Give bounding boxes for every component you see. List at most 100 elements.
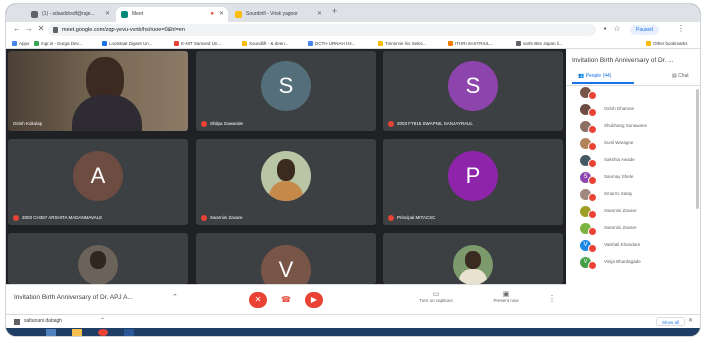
chrome-icon[interactable] xyxy=(98,329,108,336)
bookmark-item[interactable]: Soundlift - & deen... xyxy=(242,38,289,49)
mic-off-icon xyxy=(388,121,394,127)
chevron-up-icon[interactable]: ⌃ xyxy=(172,293,178,301)
lock-icon xyxy=(53,27,58,33)
bookmark-item[interactable]: mgr.in - Durga Dev... xyxy=(34,38,82,49)
participant-tile[interactable]: Girish Kokulap xyxy=(8,51,188,131)
participant-row[interactable]: Shubhang Sonawane xyxy=(580,119,698,135)
participant-name: Sakshia Awade xyxy=(604,157,635,162)
present-icon: ▣ xyxy=(502,291,510,298)
chevron-up-icon[interactable]: ⌃ xyxy=(100,317,105,324)
star-icon[interactable]: ☆ xyxy=(612,24,622,33)
people-icon: 👥 xyxy=(578,73,586,79)
participant-tile[interactable] xyxy=(8,233,188,284)
folder-icon[interactable] xyxy=(72,329,82,336)
bookmark-icon xyxy=(378,41,383,46)
bookmark-item[interactable]: ITHRI 9ASTRIUL... xyxy=(448,38,493,49)
participant-row[interactable]: S Sanmay Shete xyxy=(580,170,698,186)
participant-row[interactable]: Sunil Waragne xyxy=(580,136,698,152)
url-text: meet.google.com/zqp-yevu-vvnb/hs/ruoe=0&… xyxy=(62,27,185,33)
tile-name: Girish Kokulap xyxy=(13,121,43,126)
back-arrow-icon[interactable]: ← xyxy=(12,24,22,33)
photo-body xyxy=(269,181,303,201)
participant-row[interactable]: V Vinija Bhardagade xyxy=(580,255,698,271)
tab-people[interactable]: 👥 People (44) xyxy=(578,73,611,79)
menu-dots-icon[interactable]: ⋮ xyxy=(676,24,686,33)
mic-off-icon xyxy=(588,244,597,253)
bookmark-item[interactable]: E-NIT Samved Un... xyxy=(174,38,221,49)
tab-other[interactable]: Sourdirifi - Vrisk yagoor ✕ xyxy=(230,7,326,22)
captions-button[interactable]: ▭ Turn on captions xyxy=(410,290,462,303)
participant-row[interactable]: Smarmi Satay xyxy=(580,187,698,203)
participant-row[interactable]: Swarnini Zavare xyxy=(580,204,698,220)
new-tab-button[interactable]: + xyxy=(332,6,337,16)
mic-off-icon xyxy=(588,159,597,168)
tab-favicon-icon xyxy=(235,11,242,18)
participant-row[interactable]: V Vaishali Khandare xyxy=(580,238,698,254)
participant-row[interactable]: Sakshia Awade xyxy=(580,153,698,169)
present-button[interactable]: ▣ Present now xyxy=(484,290,528,303)
phone-hangup-icon: ☎ xyxy=(281,295,291,304)
photo-head xyxy=(277,159,295,181)
bookmark-label: Soundlift - & deen... xyxy=(249,41,289,46)
more-options-icon[interactable]: ⋮ xyxy=(548,294,556,303)
tile-name: 2003 CH387 ARSHITA MADANMAVALE xyxy=(22,215,103,221)
close-icon[interactable]: ✕ xyxy=(317,7,322,22)
captions-icon: ▭ xyxy=(432,291,440,298)
bookmark-label: sarfe Bite Japan li... xyxy=(523,41,563,46)
bookmark-icon xyxy=(448,41,453,46)
mic-off-icon xyxy=(588,108,597,117)
other-bookmarks[interactable]: Other bookmarks xyxy=(646,38,688,49)
scrollbar[interactable] xyxy=(696,89,699,209)
tab-other[interactable]: (1) - sdasddrsdf@raje... ✕ xyxy=(26,7,114,22)
participant-name: Sunil Waragne xyxy=(604,140,634,145)
mic-off-icon xyxy=(201,215,207,221)
profile-button[interactable]: Paused xyxy=(630,25,659,35)
participant-tile[interactable] xyxy=(383,233,563,284)
participant-tile[interactable]: V xyxy=(196,233,376,284)
download-item[interactable]: saltunani dabagh xyxy=(24,318,62,324)
address-bar[interactable]: meet.google.com/zqp-yevu-vvnb/hs/ruoe=0&… xyxy=(48,24,596,36)
camera-toggle-button[interactable]: ▶ xyxy=(305,292,323,308)
os-taskbar xyxy=(6,328,700,336)
meeting-controls: Invitation Birth Anniversary of Dr. APJ … xyxy=(6,284,566,314)
participant-name: Swarnini Zavare xyxy=(604,208,637,213)
mic-toggle-button[interactable]: ✕ xyxy=(249,292,267,308)
taskbar-app-icon[interactable] xyxy=(124,329,134,336)
participant-row[interactable]: Girish Dhamne xyxy=(580,102,698,118)
mic-off-icon xyxy=(201,121,207,127)
tab-chat[interactable]: ▤ Chat xyxy=(672,73,689,79)
bookmark-item[interactable]: sarfe Bite Japan li... xyxy=(516,38,563,49)
tab-strip: (1) - sdasddrsdf@raje... ✕ Meet ● ✕ Sour… xyxy=(6,4,700,22)
taskbar-app-icon[interactable] xyxy=(46,329,56,336)
tab-title: (1) - sdasddrsdf@raje... xyxy=(42,11,95,17)
leave-call-button[interactable]: ☎ xyxy=(277,292,295,308)
participant-tile[interactable]: A 2003 CH387 ARSHITA MADANMAVALE xyxy=(8,139,188,225)
participant-tile[interactable]: S 2003 FT815 SWAPNIL SANJAYRAUL xyxy=(383,51,563,131)
bookmark-item[interactable]: Apps xyxy=(12,38,29,49)
bookmark-item[interactable]: DCTH URNAH H2... xyxy=(308,38,356,49)
close-icon[interactable]: ✕ xyxy=(105,7,110,22)
avatar: S xyxy=(261,61,311,111)
tab-meet[interactable]: Meet ● ✕ xyxy=(116,7,228,22)
meeting-title: Invitation Birth Anniversary of Dr. APJ … xyxy=(14,294,133,301)
bookmark-item[interactable]: Lootstaat Digeet Un... xyxy=(102,38,153,49)
participant-row[interactable]: Swarnini Zavare xyxy=(580,221,698,237)
forward-arrow-icon[interactable]: → xyxy=(24,24,34,33)
avatar: A xyxy=(73,151,123,201)
participant-tile[interactable]: Swarnini Zavare xyxy=(196,139,376,225)
close-icon[interactable]: ✕ xyxy=(688,317,693,324)
browser-toolbar: ← → ✕ meet.google.com/zqp-yevu-vvnb/hs/r… xyxy=(6,22,700,38)
bookmark-item[interactable]: Tinnervie his Selec... xyxy=(378,38,427,49)
close-icon[interactable]: ✕ xyxy=(219,7,224,22)
participant-tile[interactable]: S Shilpa Gawande xyxy=(196,51,376,131)
reload-icon[interactable]: ✕ xyxy=(36,24,46,33)
mic-off-icon: ✕ xyxy=(254,295,262,304)
tab-title: Sourdirifi - Vrisk yagoor xyxy=(246,11,298,17)
participant-tile[interactable]: P Principal MITACSC xyxy=(383,139,563,225)
bookmark-icon xyxy=(34,41,39,46)
avatar xyxy=(78,245,118,284)
camera-icon[interactable]: ▪ xyxy=(600,24,610,33)
avatar xyxy=(261,151,311,201)
participant-row[interactable] xyxy=(580,85,698,101)
show-all-button[interactable]: Show all xyxy=(656,317,686,326)
